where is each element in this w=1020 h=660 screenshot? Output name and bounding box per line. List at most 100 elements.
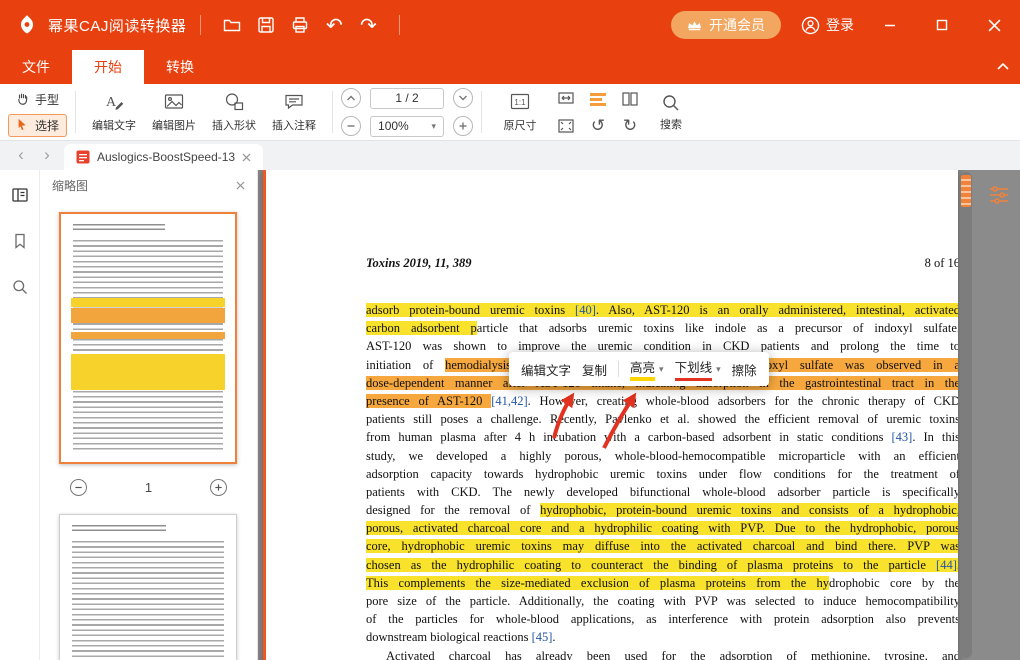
login-button[interactable]: 登录 [801,15,854,35]
redo-button[interactable]: ↷ [351,9,385,41]
thumbnail-zoom-in-button[interactable] [209,478,227,496]
doc-line: presence of AST-120 [41,42]. However, cr… [366,392,958,410]
page-indicator-input[interactable]: 1 / 2 [370,87,445,109]
ctx-erase-button[interactable]: 擦除 [732,360,757,379]
close-button[interactable] [978,10,1010,40]
citation-link[interactable]: [43] [892,430,913,444]
citation-link[interactable]: [40] [575,303,596,317]
doc-text: Activated charcoal has already been used… [386,648,958,660]
ribbon-tab-bar: 文件 开始 转换 [0,50,1020,84]
open-file-button[interactable] [215,9,249,41]
vertical-scrollbar[interactable] [960,172,972,658]
ctx-copy-button[interactable]: 复制 [582,360,607,379]
insert-note-button[interactable]: 插入注释 [264,91,324,133]
minimize-button[interactable] [874,10,906,40]
close-panel-icon[interactable] [236,180,245,190]
document-tab[interactable]: Auslogics-BoostSpeed-13 [64,144,264,170]
highlighted-text: core, hydrophobic uremic toxins may diff… [366,539,958,554]
zoom-level-select[interactable]: 100% ▾ [370,115,445,137]
title-bar: 幂果CAJ阅读转换器 ↶ ↷ 开通会员 登录 [0,0,1020,50]
zoom-in-button[interactable] [453,116,474,136]
selection-context-toolbar: 编辑文字 复制 高亮 ▾ 下划线 ▾ 擦除 [509,352,769,386]
undo-button[interactable]: ↶ [317,9,351,41]
insert-note-label: 插入注释 [272,120,317,132]
highlighted-text: doxyl sulfate was observed in a [759,357,958,372]
doc-line: downstream biological reactions [45]. [366,628,958,646]
highlighted-text: carbon adsorbent p [366,321,477,336]
thumbnail-panel-icon[interactable] [11,186,29,209]
divider [399,15,401,35]
hand-tool-button[interactable]: 手型 [8,88,67,111]
select-tool-label: 选择 [35,118,60,133]
citation-link[interactable]: [44] [936,557,957,572]
previous-page-button[interactable] [341,88,362,108]
view-settings-icon[interactable] [988,184,1010,211]
two-page-view-button[interactable] [618,88,642,110]
page-thumbnail-1[interactable] [59,212,237,464]
undo-edit-button[interactable]: ↺ [586,115,610,137]
doc-text: . However, creating whole-blood adsorber… [527,393,958,408]
insert-note-icon [285,94,303,110]
maximize-button[interactable] [926,10,958,40]
fit-width-button[interactable] [554,87,578,109]
print-button[interactable] [283,9,317,41]
page-thumbnail-2[interactable] [59,514,237,660]
original-size-icon: 1:1 [510,93,530,110]
doc-text: . [552,630,556,645]
highlight-lines-icon [590,92,607,106]
user-icon [801,16,820,34]
edit-text-label: 编辑文字 [92,120,137,132]
highlighted-text: adsorb protein-bound uremic toxins [366,303,576,317]
close-tab-icon[interactable] [242,152,251,162]
doc-text: drophobic core by the [829,575,958,590]
zoom-out-button[interactable] [341,116,362,136]
thumbnail-zoom-out-button[interactable] [70,478,87,496]
original-size-button[interactable]: 1:1 原尺寸 [490,91,550,133]
redo-edit-button[interactable]: ↻ [618,115,642,137]
thumbnail-panel: 缩略图 1 [40,170,258,660]
document-tab-bar: ‹ › Auslogics-BoostSpeed-13 [0,141,1020,170]
select-tool-button[interactable]: 选择 [8,113,68,137]
citation-link[interactable]: [41,42] [491,394,527,408]
citation-link[interactable]: [45] [532,630,553,644]
edit-image-button[interactable]: 编辑图片 [144,91,204,133]
tab-file[interactable]: 文件 [0,50,72,84]
thumbnail-text-lines [73,224,165,233]
app-window: 幂果CAJ阅读转换器 ↶ ↷ 开通会员 登录 文件 开始 转换 手型 选择 A … [0,0,1020,660]
thumbnail-highlight [71,354,225,390]
login-label: 登录 [826,17,854,33]
membership-button[interactable]: 开通会员 [671,11,781,39]
bookmark-icon[interactable] [11,232,29,255]
svg-text:A: A [106,95,117,110]
insert-shape-button[interactable]: 插入形状 [204,91,264,133]
scrollbar-thumb[interactable] [961,175,971,207]
fit-page-button[interactable] [554,115,578,137]
highlighted-text: porous, activated charcoal core and a hy… [366,521,958,536]
search-button[interactable]: 搜索 [660,93,682,132]
edit-text-icon: A [106,95,124,110]
thumbnail-highlight [71,308,225,323]
tab-scroll-left-button[interactable]: ‹ [8,145,34,170]
highlighted-text: hydrophobic, protein-bound uremic toxins… [540,503,958,518]
divider [618,361,620,377]
next-page-button[interactable] [453,88,474,108]
save-button[interactable] [249,9,283,41]
divider [332,91,334,133]
chevron-down-icon: ▾ [716,363,721,374]
tab-convert[interactable]: 转换 [144,50,216,84]
ctx-highlight-button[interactable]: 高亮 ▾ [630,357,664,381]
ctx-underline-button[interactable]: 下划线 ▾ [674,357,721,381]
view-history-controls: ↺ ↻ [586,88,642,137]
doc-line: patients with CKD. The newly developed b… [366,483,958,501]
search-panel-icon[interactable] [11,278,29,301]
tab-scroll-right-button[interactable]: › [34,145,60,170]
doc-text: from human plasma after 4 h incubation w… [366,430,892,445]
highlighted-text: chosen as the hydrophilic coating to cou… [366,557,937,572]
highlight-tool-button[interactable] [586,88,610,110]
tab-home[interactable]: 开始 [72,50,144,84]
doc-text: designed for the removal of [366,503,541,518]
edit-text-button[interactable]: A 编辑文字 [84,91,144,133]
collapse-ribbon-button[interactable] [996,60,1010,76]
ctx-edit-text-button[interactable]: 编辑文字 [521,360,571,379]
doc-line: porous, activated charcoal core and a hy… [366,519,958,537]
